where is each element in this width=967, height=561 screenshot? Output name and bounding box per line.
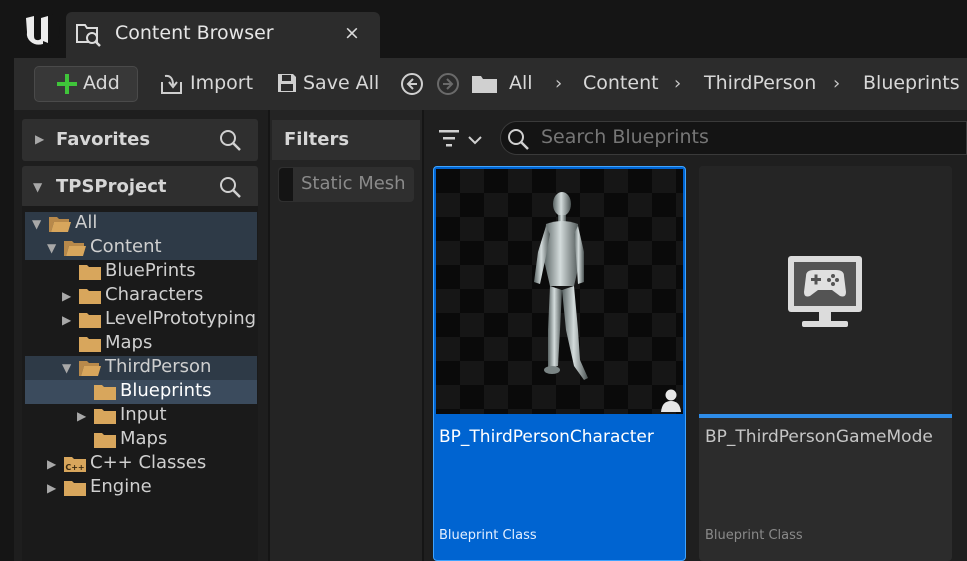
forward-arrow-icon[interactable] (436, 72, 460, 96)
breadcrumb-all[interactable]: All (509, 72, 533, 94)
asset-name: BP_ThirdPersonGameMode (705, 427, 933, 447)
close-icon[interactable]: × (344, 22, 360, 44)
chevron-down-icon[interactable]: ▼ (47, 241, 56, 255)
svg-text:C++: C++ (65, 463, 84, 472)
folder-icon (78, 287, 102, 304)
chevron-right-icon[interactable]: ▶ (62, 313, 71, 327)
search-icon (506, 127, 530, 151)
breadcrumb-thirdperson[interactable]: ThirdPerson (704, 72, 816, 94)
project-title: TPSProject (56, 176, 167, 197)
breadcrumb-blueprints[interactable]: Blueprints (863, 72, 960, 94)
search-icon[interactable] (218, 128, 242, 152)
unreal-logo-icon[interactable] (20, 10, 60, 50)
content-browser-icon (75, 22, 103, 48)
filter-icon[interactable] (437, 127, 463, 149)
chevron-down-icon[interactable]: ▼ (62, 361, 71, 375)
folder-icon (78, 263, 102, 280)
filter-chip-toggle[interactable] (279, 168, 293, 201)
tree-item-label: LevelPrototyping (105, 308, 257, 329)
save-icon[interactable] (276, 72, 298, 94)
folder-icon (78, 335, 102, 352)
chevron-down-icon[interactable]: ▼ (33, 180, 42, 194)
game-mode-monitor-icon (786, 254, 864, 332)
breadcrumb-separator[interactable]: › (674, 73, 681, 94)
asset-type: Blueprint Class (705, 528, 803, 543)
search-placeholder: Search Blueprints (541, 126, 709, 148)
filter-chip-label: Static Mesh (301, 173, 406, 194)
folder-icon (93, 383, 117, 400)
chevron-right-icon[interactable]: ▶ (47, 481, 56, 495)
filters-title: Filters (284, 129, 350, 150)
cpp-folder-icon: C++ (63, 455, 87, 472)
tree-item-label: C++ Classes (90, 452, 207, 473)
save-all-button[interactable]: Save All (303, 72, 379, 94)
breadcrumb-separator[interactable]: › (555, 73, 562, 94)
breadcrumb-separator[interactable]: › (833, 73, 840, 94)
import-button[interactable]: Import (190, 72, 253, 94)
tree-item-label: Characters (105, 284, 204, 305)
folder-open-icon (78, 359, 102, 376)
tree-item-label: All (75, 212, 98, 233)
chevron-right-icon[interactable]: ▶ (47, 457, 56, 471)
tab-title: Content Browser (115, 22, 274, 44)
asset-name: BP_ThirdPersonCharacter (439, 427, 654, 447)
tree-item-label: Maps (120, 428, 168, 449)
tree-item-label: Content (90, 236, 162, 257)
folder-icon (63, 479, 87, 496)
chevron-down-icon[interactable]: ▼ (32, 217, 41, 231)
tree-item-label: Maps (105, 332, 153, 353)
folder-icon (471, 73, 499, 95)
tree-item-label: Engine (90, 476, 152, 497)
asset-type-color-bar (699, 414, 952, 418)
chevron-down-icon[interactable] (467, 131, 483, 145)
chevron-right-icon[interactable]: ▶ (35, 132, 44, 146)
favorites-title: Favorites (56, 129, 151, 150)
folder-open-icon (48, 215, 72, 232)
tree-item-label: BluePrints (105, 260, 196, 281)
mannequin-thumbnail (518, 190, 602, 390)
folder-icon (93, 431, 117, 448)
tree-item-label: Blueprints (120, 380, 212, 401)
search-icon[interactable] (218, 175, 242, 199)
asset-type: Blueprint Class (439, 528, 537, 543)
chevron-right-icon[interactable]: ▶ (77, 409, 86, 423)
tree-item-label: ThirdPerson (105, 356, 212, 377)
character-icon (660, 388, 682, 412)
import-icon[interactable] (159, 72, 185, 96)
folder-open-icon (63, 239, 87, 256)
chevron-right-icon[interactable]: ▶ (62, 289, 71, 303)
folder-icon (78, 311, 102, 328)
add-label: Add (83, 72, 120, 94)
tree-item-label: Input (120, 404, 167, 425)
breadcrumb-content[interactable]: Content (583, 72, 659, 94)
plus-icon (56, 73, 78, 95)
folder-icon (93, 407, 117, 424)
back-arrow-icon[interactable] (400, 72, 424, 96)
